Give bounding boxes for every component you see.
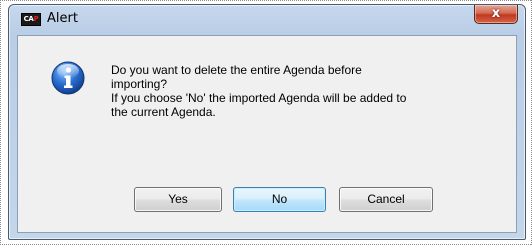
message-line: If you choose 'No' the imported Agenda w…	[111, 91, 407, 105]
app-logo-text-accent: P	[33, 15, 39, 23]
message-line: Do you want to delete the entire Agenda …	[111, 63, 362, 77]
title-bar[interactable]: CAP Alert x	[9, 5, 525, 35]
window-title: Alert	[47, 11, 78, 26]
app-logo: CAP	[21, 13, 41, 26]
dialog-body: Do you want to delete the entire Agenda …	[17, 35, 517, 233]
backdrop-edge-left	[0, 0, 3, 246]
close-button[interactable]: x	[474, 5, 518, 24]
no-button[interactable]: No	[233, 187, 326, 212]
message-line: the current Agenda.	[111, 105, 216, 119]
close-icon: x	[491, 6, 501, 22]
alert-dialog-window: CAP Alert x Do you want to delete the en…	[8, 4, 526, 240]
cancel-button[interactable]: Cancel	[339, 187, 433, 212]
yes-button[interactable]: Yes	[134, 187, 222, 212]
message-text: Do you want to delete the entire Agenda …	[111, 63, 501, 119]
message-line: importing?	[111, 77, 168, 91]
backdrop-edge-top	[0, 0, 532, 2]
app-logo-text: CA	[23, 15, 34, 23]
information-icon	[51, 61, 85, 95]
